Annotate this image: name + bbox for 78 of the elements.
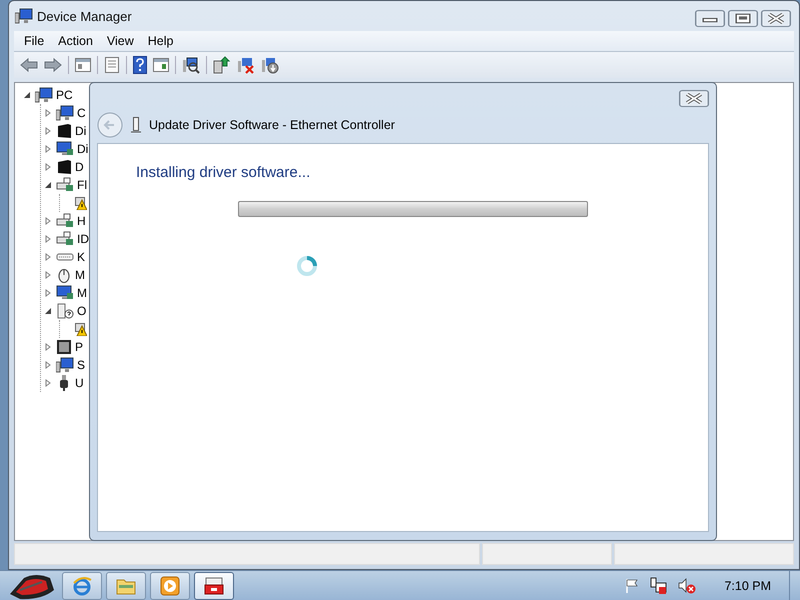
drive-icon bbox=[56, 159, 72, 175]
warning-device-icon bbox=[75, 196, 87, 210]
expanded-arrow-icon[interactable] bbox=[44, 181, 52, 189]
disable-device-icon[interactable] bbox=[261, 56, 279, 74]
collapsed-arrow-icon[interactable] bbox=[44, 289, 52, 297]
taskbar-button[interactable] bbox=[194, 572, 234, 600]
tree-item[interactable]: H bbox=[77, 214, 86, 228]
device-manager-icon bbox=[203, 576, 225, 596]
expanded-arrow-icon[interactable] bbox=[44, 307, 52, 315]
menu-item[interactable]: View bbox=[100, 32, 140, 50]
window-pane-icon[interactable] bbox=[75, 58, 91, 72]
clock[interactable]: 7:10 PM bbox=[724, 579, 771, 593]
tree-item[interactable]: S bbox=[77, 358, 86, 372]
collapsed-arrow-icon[interactable] bbox=[44, 235, 52, 243]
menu-item[interactable]: Help bbox=[142, 32, 180, 50]
expanded-arrow-icon[interactable] bbox=[23, 91, 31, 99]
taskbar-button[interactable] bbox=[150, 572, 190, 600]
collapsed-arrow-icon[interactable] bbox=[44, 109, 52, 117]
uninstall-icon[interactable] bbox=[237, 56, 255, 74]
tree-item[interactable]: P bbox=[75, 340, 84, 354]
menu-item[interactable]: File bbox=[18, 32, 50, 50]
status-heading: Installing driver software... bbox=[136, 164, 312, 181]
browser-icon bbox=[71, 575, 93, 597]
back-arrow-icon[interactable] bbox=[20, 57, 38, 73]
menu-item[interactable]: Action bbox=[52, 32, 99, 50]
tree-item[interactable]: U bbox=[75, 376, 84, 390]
play-icon bbox=[160, 576, 180, 596]
dialog-title: Update Driver Software - Ethernet Controller bbox=[149, 118, 395, 132]
tree-item[interactable]: O bbox=[77, 304, 86, 318]
chip-icon bbox=[56, 339, 72, 355]
controller-icon bbox=[56, 213, 74, 229]
close-button[interactable] bbox=[679, 90, 709, 107]
window-pane-icon[interactable] bbox=[153, 58, 169, 72]
close-button[interactable] bbox=[761, 10, 791, 27]
maximize-button[interactable] bbox=[728, 10, 758, 27]
device-manager-icon bbox=[15, 8, 33, 24]
collapsed-arrow-icon[interactable] bbox=[44, 361, 52, 369]
monitor-icon bbox=[56, 141, 74, 157]
controller-icon bbox=[56, 177, 74, 193]
warning-device-icon bbox=[75, 322, 87, 336]
network-adapter-icon bbox=[131, 117, 141, 133]
tree-item[interactable]: Di bbox=[77, 142, 88, 156]
update-driver-icon[interactable] bbox=[213, 56, 231, 74]
tree-item[interactable]: C bbox=[77, 106, 86, 120]
speaker-muted-icon[interactable] bbox=[678, 577, 696, 595]
tree-item[interactable]: K bbox=[77, 250, 86, 264]
collapsed-arrow-icon[interactable] bbox=[44, 253, 52, 261]
scan-computer-icon[interactable] bbox=[182, 56, 200, 74]
document-icon[interactable] bbox=[104, 57, 120, 73]
collapsed-arrow-icon[interactable] bbox=[44, 127, 52, 135]
tree-item[interactable]: M bbox=[75, 268, 85, 282]
help-icon[interactable] bbox=[133, 56, 147, 74]
collapsed-arrow-icon[interactable] bbox=[44, 379, 52, 387]
monitor-icon bbox=[56, 285, 74, 301]
collapsed-arrow-icon[interactable] bbox=[44, 217, 52, 225]
collapsed-arrow-icon[interactable] bbox=[44, 163, 52, 171]
controller-icon bbox=[56, 231, 74, 247]
collapsed-arrow-icon[interactable] bbox=[44, 343, 52, 351]
tree-item[interactable]: Fl bbox=[77, 178, 87, 192]
computer-icon bbox=[56, 105, 74, 121]
flag-icon[interactable] bbox=[624, 578, 640, 594]
window-title: Device Manager bbox=[37, 8, 133, 24]
computer-icon bbox=[56, 357, 74, 373]
collapsed-arrow-icon[interactable] bbox=[44, 271, 52, 279]
tree-item[interactable]: M bbox=[77, 286, 87, 300]
unknown-device-icon bbox=[56, 303, 74, 319]
busy-spinner-icon bbox=[296, 255, 318, 277]
minimize-button[interactable] bbox=[695, 10, 725, 27]
mouse-icon bbox=[56, 267, 72, 283]
tree-item[interactable]: PC bbox=[56, 88, 73, 102]
collapsed-arrow-icon[interactable] bbox=[44, 145, 52, 153]
tree-item[interactable]: ID bbox=[77, 232, 89, 246]
forward-arrow-icon[interactable] bbox=[44, 57, 62, 73]
computer-icon bbox=[35, 87, 53, 103]
network-icon[interactable] bbox=[650, 577, 668, 595]
tree-item[interactable]: Di bbox=[75, 124, 86, 138]
tree-item[interactable]: D bbox=[75, 160, 84, 174]
drive-icon bbox=[56, 123, 72, 139]
